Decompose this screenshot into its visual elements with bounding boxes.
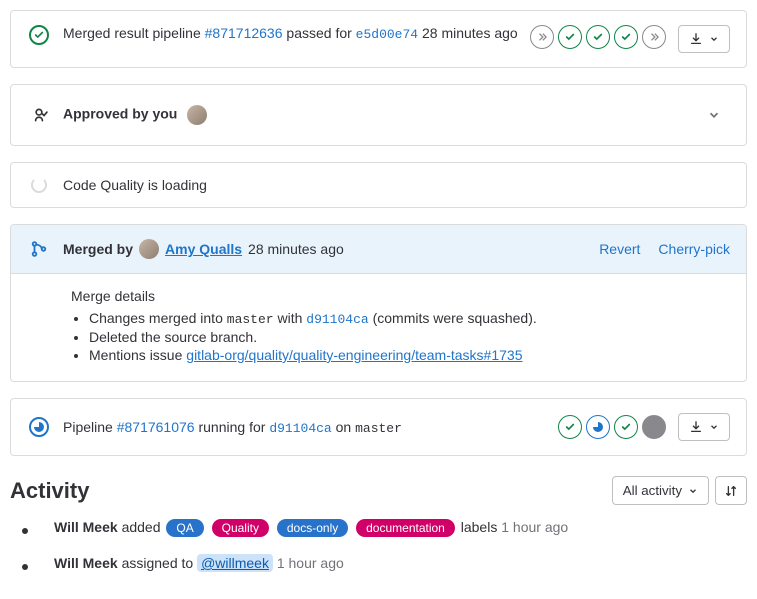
stage-success-icon[interactable] bbox=[558, 25, 582, 49]
pipeline-stages bbox=[530, 25, 666, 49]
pipeline-mid: passed for bbox=[286, 25, 351, 41]
chevron-down-icon bbox=[709, 422, 719, 432]
activity-suffix: labels bbox=[461, 519, 498, 535]
activity-author[interactable]: Will Meek bbox=[54, 555, 118, 571]
stage-running-icon[interactable] bbox=[586, 415, 610, 439]
pipeline-running-text: Pipeline #871761076 running for d91104ca… bbox=[63, 419, 546, 436]
pipeline-stages bbox=[558, 415, 666, 439]
code-quality-panel: Code Quality is loading bbox=[10, 162, 747, 208]
pipeline-time: 28 minutes ago bbox=[422, 25, 518, 41]
activity-time: 1 hour ago bbox=[501, 519, 568, 535]
approval-icon bbox=[27, 106, 51, 124]
stage-skipped-icon[interactable] bbox=[530, 25, 554, 49]
mentioned-issue-link[interactable]: gitlab-org/quality/quality-engineering/t… bbox=[186, 347, 522, 363]
revert-link[interactable]: Revert bbox=[599, 241, 640, 257]
pipeline-id-link[interactable]: #871712636 bbox=[205, 25, 283, 41]
chevron-down-icon bbox=[688, 486, 698, 496]
stage-skipped-icon[interactable] bbox=[642, 25, 666, 49]
activity-sort-button[interactable] bbox=[715, 476, 747, 505]
pipeline-on: on bbox=[336, 419, 352, 435]
activity-item: Will Meek added QA Quality docs-only doc… bbox=[14, 519, 747, 537]
merge-author-link[interactable]: Amy Qualls bbox=[165, 241, 242, 257]
merged-time: 28 minutes ago bbox=[248, 241, 344, 257]
merge-detail-item: Mentions issue gitlab-org/quality/qualit… bbox=[89, 347, 730, 363]
merged-actions: Revert Cherry-pick bbox=[599, 241, 730, 257]
pipeline-prefix: Merged result pipeline bbox=[63, 25, 201, 41]
pipeline-sha-link[interactable]: e5d00e74 bbox=[356, 27, 418, 42]
download-icon bbox=[689, 420, 703, 434]
pipeline-id-link[interactable]: #871761076 bbox=[117, 419, 195, 435]
pipeline-prefix: Pipeline bbox=[63, 419, 113, 435]
merge-icon bbox=[27, 240, 51, 258]
pipeline-result-panel: Merged result pipeline #871712636 passed… bbox=[10, 10, 747, 68]
label-quality[interactable]: Quality bbox=[212, 519, 269, 537]
approver-avatar[interactable] bbox=[187, 105, 207, 125]
sort-icon bbox=[724, 484, 738, 498]
approval-panel: Approved by you bbox=[10, 84, 747, 146]
label-docs-only[interactable]: docs-only bbox=[277, 519, 348, 537]
merged-by-text: Merged by Amy Qualls 28 minutes ago bbox=[63, 239, 587, 259]
running-icon bbox=[33, 421, 45, 433]
merged-panel: Merged by Amy Qualls 28 minutes ago Reve… bbox=[10, 224, 747, 382]
code-quality-text: Code Quality is loading bbox=[63, 177, 730, 193]
stage-success-icon[interactable] bbox=[614, 25, 638, 49]
merged-prefix: Merged by bbox=[63, 241, 133, 257]
stage-created-icon[interactable] bbox=[642, 415, 666, 439]
download-artifacts-button[interactable] bbox=[678, 413, 730, 441]
label-documentation[interactable]: documentation bbox=[356, 519, 455, 537]
chevron-down-icon bbox=[707, 108, 721, 122]
stage-success-icon[interactable] bbox=[586, 25, 610, 49]
cherry-pick-link[interactable]: Cherry-pick bbox=[658, 241, 730, 257]
activity-author[interactable]: Will Meek bbox=[54, 519, 118, 535]
user-mention[interactable]: @willmeek bbox=[197, 554, 273, 572]
activity-filter-button[interactable]: All activity bbox=[612, 476, 709, 505]
activity-action: assigned to bbox=[122, 555, 194, 571]
merge-detail-item: Changes merged into master with d91104ca… bbox=[89, 310, 730, 327]
check-icon bbox=[34, 30, 44, 40]
merge-detail-item: Deleted the source branch. bbox=[89, 329, 730, 345]
approval-text: Approved by you bbox=[63, 105, 686, 125]
merge-commit-link[interactable]: d91104ca bbox=[306, 312, 368, 327]
activity-filter-label: All activity bbox=[623, 483, 682, 498]
status-icon-success bbox=[27, 25, 51, 45]
pipeline-running-panel: Pipeline #871761076 running for d91104ca… bbox=[10, 398, 747, 456]
download-icon bbox=[689, 32, 703, 46]
download-artifacts-button[interactable] bbox=[678, 25, 730, 53]
merge-author-avatar[interactable] bbox=[139, 239, 159, 259]
merge-details: Merge details Changes merged into master… bbox=[11, 273, 746, 381]
pipeline-mid: running for bbox=[198, 419, 265, 435]
status-icon-running bbox=[27, 417, 51, 437]
activity-timeline: Will Meek added QA Quality docs-only doc… bbox=[10, 519, 747, 571]
merge-details-title: Merge details bbox=[71, 288, 730, 304]
activity-time: 1 hour ago bbox=[277, 555, 344, 571]
activity-item: Will Meek assigned to @willmeek 1 hour a… bbox=[14, 555, 747, 571]
activity-title: Activity bbox=[10, 478, 89, 504]
activity-action: added bbox=[122, 519, 161, 535]
approval-expand-button[interactable] bbox=[698, 99, 730, 131]
stage-success-icon[interactable] bbox=[614, 415, 638, 439]
chevron-down-icon bbox=[709, 34, 719, 44]
target-branch: master bbox=[227, 312, 274, 327]
pipeline-sha-link[interactable]: d91104ca bbox=[269, 421, 331, 436]
pipeline-result-text: Merged result pipeline #871712636 passed… bbox=[63, 25, 518, 42]
label-qa[interactable]: QA bbox=[166, 519, 203, 537]
stage-success-icon[interactable] bbox=[558, 415, 582, 439]
activity-header: Activity All activity bbox=[10, 476, 747, 505]
pipeline-branch: master bbox=[355, 421, 402, 436]
loading-icon bbox=[27, 177, 51, 193]
